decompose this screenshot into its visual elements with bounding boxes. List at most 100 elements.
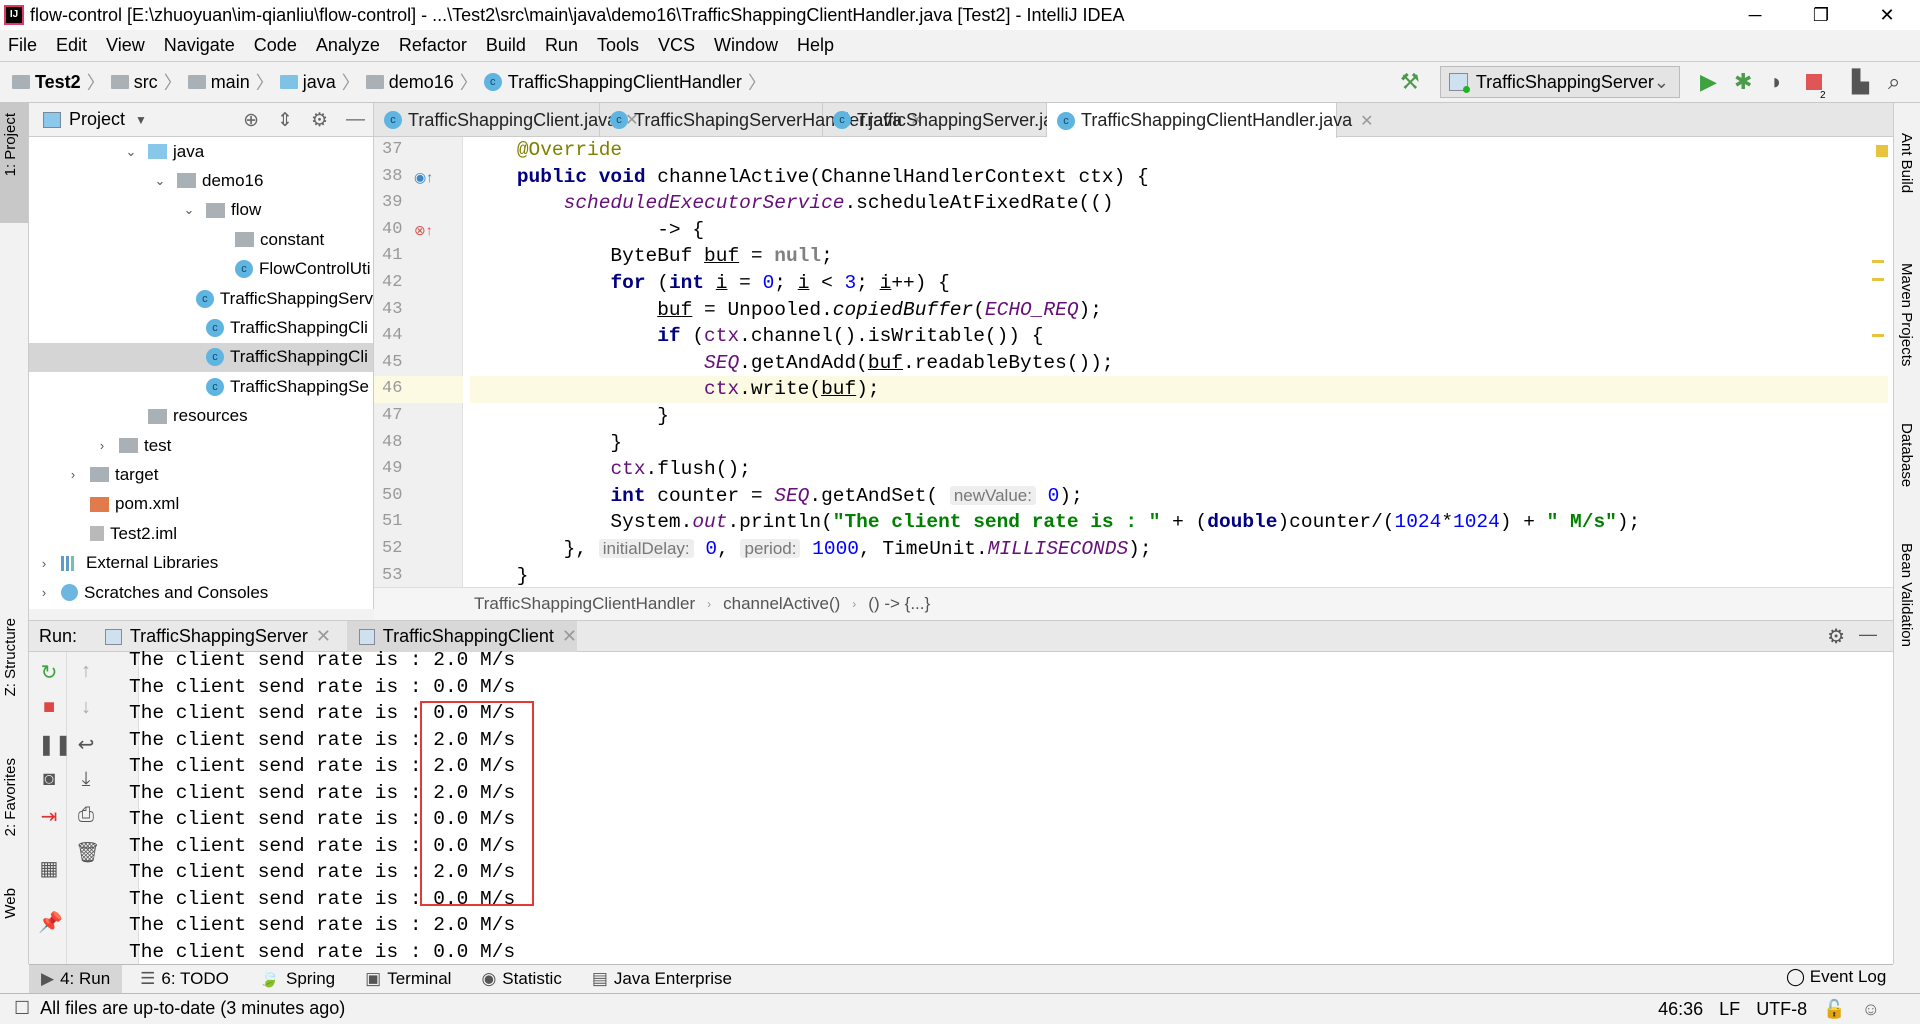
code-line[interactable]: @Override <box>470 137 1888 164</box>
expand-arrow-icon[interactable]: › <box>95 438 109 453</box>
close-button[interactable]: ✕ <box>1854 0 1920 30</box>
tree-item[interactable]: › External Libraries <box>29 549 373 578</box>
warning-stripe[interactable] <box>1872 260 1884 263</box>
lambda-override-icon[interactable]: ⊗↑ <box>414 217 433 243</box>
hide-icon[interactable]: — <box>1859 624 1877 645</box>
menu-help[interactable]: Help <box>797 35 834 56</box>
menu-view[interactable]: View <box>106 35 145 56</box>
code-line[interactable]: }, initialDelay: 0, period: 1000, TimeUn… <box>470 536 1888 563</box>
tree-item[interactable]: › Scratches and Consoles <box>29 578 373 607</box>
project-view-select[interactable]: Project <box>69 109 125 130</box>
tree-item[interactable]: c FlowControlUti <box>29 255 373 284</box>
tool-window-button[interactable]: ▤ Java Enterprise <box>580 965 744 994</box>
caret-position[interactable]: 46:36 <box>1658 994 1703 1024</box>
menu-navigate[interactable]: Navigate <box>164 35 235 56</box>
expand-arrow-icon[interactable]: ⌄ <box>182 202 196 218</box>
code-line[interactable]: System.out.println("The client send rate… <box>470 509 1888 536</box>
project-tool-button[interactable]: 1: Project <box>2 113 19 176</box>
implements-method-icon[interactable]: ◉↑ <box>414 164 433 190</box>
minimize-button[interactable]: ─ <box>1722 0 1788 30</box>
menu-build[interactable]: Build <box>486 35 526 56</box>
expand-arrow-icon[interactable]: ⌄ <box>124 144 138 160</box>
expand-arrow-icon[interactable]: › <box>37 556 51 571</box>
code-line[interactable]: ctx.write(buf); <box>470 376 1888 403</box>
editor-breadcrumb-item[interactable]: () -> {...} <box>868 594 930 614</box>
menu-edit[interactable]: Edit <box>56 35 87 56</box>
menu-tools[interactable]: Tools <box>597 35 639 56</box>
breadcrumb-item[interactable]: c TrafficShappingClientHandler 〉 <box>483 69 766 95</box>
code-line[interactable]: ctx.flush(); <box>470 456 1888 483</box>
code-line[interactable]: if (ctx.channel().isWritable()) { <box>470 323 1888 350</box>
tree-item[interactable]: c TrafficShappingCli <box>29 313 373 342</box>
layout-icon[interactable]: ▦ <box>38 856 60 881</box>
menu-vcs[interactable]: VCS <box>658 35 695 56</box>
tree-item[interactable]: resources <box>29 402 373 431</box>
code-line[interactable]: public void channelActive(ChannelHandler… <box>470 164 1888 191</box>
arrow-down-icon[interactable]: ↓ <box>75 696 97 719</box>
tree-item[interactable]: constant <box>29 225 373 254</box>
collapse-all-icon[interactable]: ⇕ <box>277 109 293 132</box>
line-separator[interactable]: LF <box>1719 994 1740 1024</box>
editor-tab[interactable]: c TrafficShapingServerHandler.java ✕ <box>600 103 924 137</box>
expand-arrow-icon[interactable]: ⌄ <box>153 173 167 189</box>
soft-wrap-icon[interactable]: ↩ <box>75 732 97 757</box>
code-line[interactable]: buf = Unpooled.copiedBuffer(ECHO_REQ); <box>470 297 1888 324</box>
tool-window-button[interactable]: ▶ 4: Run <box>29 964 123 994</box>
bean-validation-tool-button[interactable]: Bean Validation <box>1898 543 1915 647</box>
maven-projects-tool-button[interactable]: Maven Projects <box>1898 263 1915 366</box>
code-line[interactable]: scheduledExecutorService.scheduleAtFixed… <box>470 190 1888 217</box>
camera-icon[interactable]: ◙ <box>38 768 60 791</box>
arrow-up-icon[interactable]: ↑ <box>75 660 97 683</box>
gear-icon[interactable]: ⚙ <box>1827 624 1845 649</box>
tool-window-button[interactable]: 🍃 Spring <box>247 965 347 994</box>
lock-icon[interactable]: 🔓 <box>1823 994 1845 1024</box>
editor-tab[interactable]: c TrafficShappingClientHandler.java ✕ <box>1047 103 1374 138</box>
warning-stripe[interactable] <box>1872 278 1884 281</box>
database-tool-button[interactable]: Database <box>1898 423 1915 487</box>
expand-arrow-icon[interactable]: › <box>37 585 51 600</box>
close-tab-icon[interactable]: ✕ <box>562 626 577 647</box>
expand-arrow-icon[interactable]: › <box>66 467 80 482</box>
tree-item[interactable]: pom.xml <box>29 490 373 519</box>
menu-window[interactable]: Window <box>714 35 778 56</box>
structure-tool-button[interactable]: Z: Structure <box>2 618 19 696</box>
breadcrumb-item[interactable]: Test2 〉 <box>12 69 105 95</box>
menu-run[interactable]: Run <box>545 35 578 56</box>
code-line[interactable]: SEQ.getAndAdd(buf.readableBytes()); <box>470 350 1888 377</box>
tree-item[interactable]: ⌄ demo16 <box>29 166 373 195</box>
tool-window-button[interactable]: ▣ Terminal <box>353 965 463 994</box>
code-line[interactable]: } <box>470 403 1888 430</box>
tool-window-button[interactable]: ☰ 6: TODO <box>128 965 241 994</box>
breadcrumb-item[interactable]: demo16 〉 <box>365 69 478 95</box>
code-line[interactable]: for (int i = 0; i < 3; i++) { <box>470 270 1888 297</box>
tree-item[interactable]: c TrafficShappingSe <box>29 372 373 401</box>
code-line[interactable]: int counter = SEQ.getAndSet( newValue: 0… <box>470 483 1888 510</box>
editor-tab[interactable]: c TrafficShappingClient.java ✕ <box>374 103 639 137</box>
rerun-icon[interactable]: ↻ <box>38 660 60 685</box>
tree-item[interactable]: › test <box>29 431 373 460</box>
close-tab-icon[interactable]: ✕ <box>316 626 331 647</box>
menu-code[interactable]: Code <box>254 35 297 56</box>
ant-build-tool-button[interactable]: Ant Build <box>1898 133 1915 193</box>
code-line[interactable]: } <box>470 563 1888 590</box>
breadcrumb-item[interactable]: main 〉 <box>187 69 274 95</box>
exit-icon[interactable]: ⇥ <box>38 804 60 829</box>
editor-tab[interactable]: cTrafficShappingServer.java✕ <box>823 103 1094 137</box>
breadcrumb-item[interactable]: src 〉 <box>110 69 182 95</box>
breadcrumb-item[interactable]: java 〉 <box>279 69 360 95</box>
pin-icon[interactable]: 📌 <box>38 910 63 935</box>
run-icon[interactable]: ▶ <box>1700 70 1717 94</box>
editor-breadcrumb-item[interactable]: TrafficShappingClientHandler <box>474 594 695 614</box>
search-icon[interactable]: ⌕ <box>1888 70 1900 94</box>
code-line[interactable]: } <box>470 430 1888 457</box>
stop-icon[interactable]: ■ <box>38 696 60 719</box>
file-encoding[interactable]: UTF-8 <box>1756 994 1807 1024</box>
tree-item[interactable]: ⌄ java <box>29 137 373 166</box>
debug-bug-icon[interactable]: ✱ <box>1734 70 1752 94</box>
chevron-down-icon[interactable]: ▼ <box>135 113 147 127</box>
close-tab-icon[interactable]: ✕ <box>1360 111 1373 131</box>
build-hammer-icon[interactable]: ⚒ <box>1400 70 1420 94</box>
hide-icon[interactable]: — <box>346 109 365 132</box>
trash-icon[interactable]: 🗑 <box>75 840 100 865</box>
tree-item[interactable]: c TrafficShappingServ <box>29 284 373 313</box>
